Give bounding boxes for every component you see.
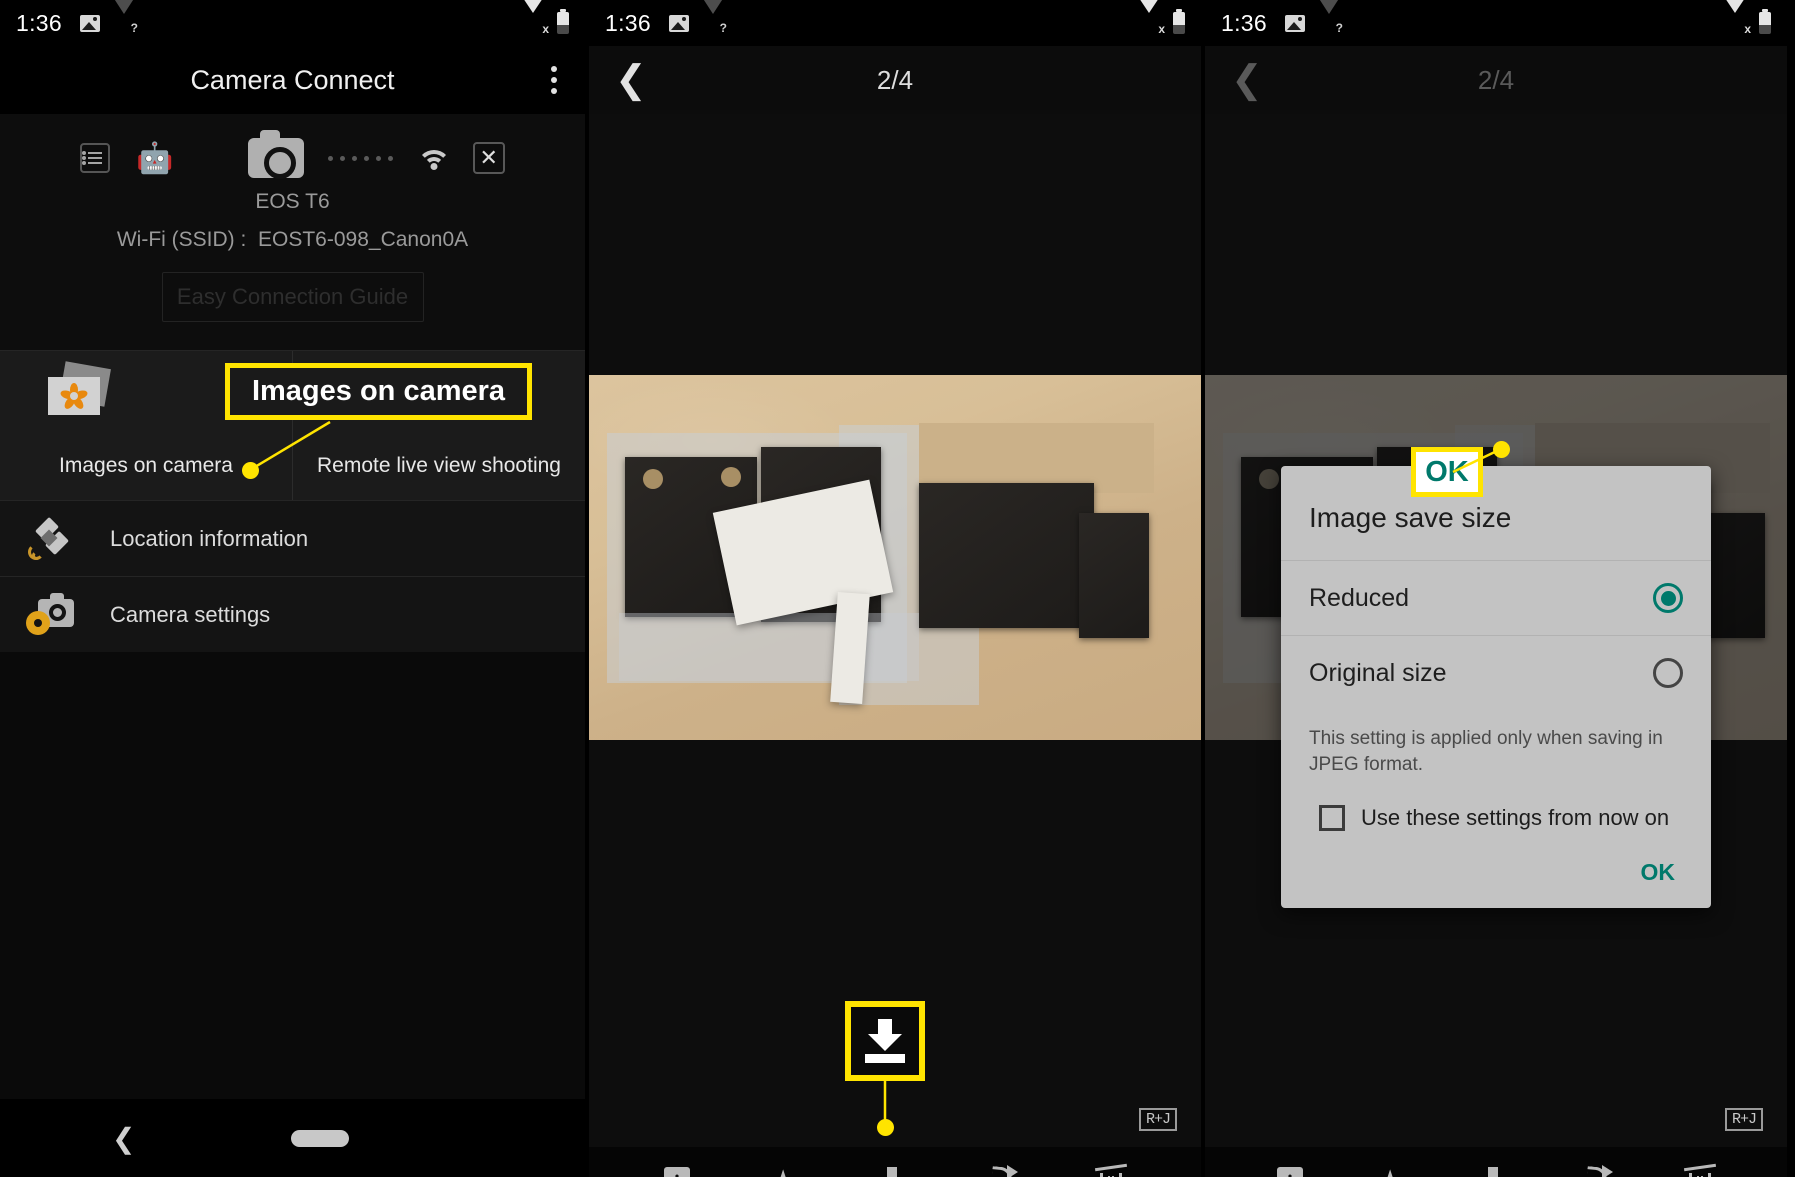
option-label-original: Original size — [1309, 658, 1447, 687]
status-bar-2: 1:36 ? x — [589, 0, 1201, 46]
info-icon[interactable]: i — [663, 1167, 690, 1177]
row-label-camera-settings: Camera settings — [110, 601, 271, 627]
rj-badge-3: R+J — [1724, 1108, 1763, 1131]
callout-download-button — [845, 1001, 925, 1081]
dialog-note: This setting is applied only when saving… — [1309, 728, 1663, 775]
viewer-toolbar: i ★ — [589, 1147, 1201, 1177]
wifi-question-icon: ? — [701, 0, 727, 35]
star-icon[interactable]: ★ — [1375, 1166, 1405, 1177]
wifi-disconnected-icon: x — [1723, 0, 1751, 36]
ssid-label: Wi-Fi (SSID) : — [116, 228, 247, 251]
option-original-size[interactable]: Original size — [1281, 635, 1711, 710]
share-icon[interactable] — [986, 1165, 1019, 1177]
list-icon[interactable] — [80, 143, 111, 173]
connection-icon-row: 🤖​ ✕ — [0, 130, 585, 179]
satellite-icon — [26, 516, 74, 561]
system-nav-bar-1: ❮ — [0, 1099, 585, 1177]
status-bar-time-2: 1:36 — [605, 9, 651, 36]
bluetooth-icon[interactable]: 🤖​ — [136, 141, 173, 176]
info-icon[interactable]: i — [1276, 1167, 1303, 1177]
image-counter-3: 2/4 — [1477, 64, 1515, 95]
page-title: Camera Connect — [190, 64, 395, 95]
status-bar-time-3: 1:36 — [1221, 9, 1267, 36]
viewer-nav-bar: ❮ 2/4 — [589, 46, 1201, 114]
radio-original[interactable] — [1653, 658, 1683, 688]
share-icon[interactable] — [1581, 1165, 1614, 1177]
radio-reduced[interactable] — [1653, 583, 1683, 613]
wifi-disconnected-icon: x — [521, 0, 549, 36]
wifi-question-icon: ? — [1317, 0, 1343, 35]
viewer-nav-bar-3: ❮ 2/4 — [1205, 46, 1787, 114]
checkbox-use-settings[interactable] — [1319, 805, 1345, 832]
image-icon — [1284, 14, 1305, 32]
trash-icon[interactable] — [1683, 1163, 1717, 1177]
ssid-value: EOST6-098_Canon0A — [258, 228, 469, 251]
status-bar-left-icons-3: ? — [1284, 0, 1343, 35]
dialog-actions: OK — [1281, 841, 1711, 908]
option-label-reduced: Reduced — [1309, 583, 1410, 612]
row-location-information[interactable]: Location information — [0, 500, 585, 576]
status-bar-left-icons-2: ? — [668, 0, 727, 35]
image-save-size-dialog: Image save size Reduced Original size Th… — [1281, 466, 1711, 909]
system-back-icon[interactable]: ❮ — [112, 1122, 135, 1155]
star-icon[interactable]: ★ — [768, 1166, 798, 1177]
wifi-question-icon: ? — [112, 0, 138, 35]
status-bar-right-icons-3: x — [1723, 0, 1771, 36]
download-icon[interactable] — [876, 1167, 908, 1177]
photos-stack-icon — [48, 361, 111, 415]
status-bar-3: 1:36 ? x — [1205, 0, 1787, 46]
download-icon — [862, 1019, 908, 1063]
easy-connection-guide-button[interactable]: Easy Connection Guide — [161, 272, 424, 322]
app-bar: Camera Connect — [0, 46, 585, 114]
row-label-location: Location information — [110, 525, 309, 551]
callout-images-on-camera: Images on camera — [225, 363, 532, 420]
connection-dots-icon — [327, 155, 393, 161]
status-bar-right-icons-2: x — [1137, 0, 1185, 36]
tile-label-images: Images on camera — [59, 454, 233, 477]
tile-label-remote: Remote live view shooting — [317, 454, 561, 477]
viewer-toolbar-3: i ★ — [1205, 1147, 1787, 1177]
status-bar: 1:36 ? x — [0, 0, 585, 46]
status-bar-left-icons: ? — [79, 0, 138, 35]
callout-anchor-dot-ok — [1493, 441, 1510, 458]
callout-ok-button: OK — [1411, 447, 1483, 497]
wifi-disconnected-icon: x — [1137, 0, 1165, 36]
camera-icon — [247, 130, 304, 179]
camera-gear-icon — [26, 592, 74, 635]
option-reduced[interactable]: Reduced — [1281, 560, 1711, 635]
camera-name: EOS T6 — [255, 190, 330, 213]
panel-image-save-size-dialog: 1:36 ? x ❮ 2/4 R+J Image save size Reduc… — [1205, 0, 1787, 1177]
rj-badge: R+J — [1138, 1108, 1177, 1131]
viewer-stage: R+J — [589, 114, 1201, 1147]
battery-icon — [1173, 9, 1185, 34]
callout-anchor-dot-download — [877, 1119, 894, 1136]
ok-button[interactable]: OK — [1641, 859, 1676, 886]
dialog-title: Image save size — [1309, 502, 1512, 533]
status-bar-time: 1:36 — [16, 9, 62, 36]
use-settings-checkbox-row[interactable]: Use these settings from now on — [1281, 787, 1711, 841]
trash-icon[interactable] — [1094, 1163, 1128, 1177]
image-icon — [79, 14, 100, 32]
battery-icon — [557, 9, 569, 34]
preview-photo[interactable] — [589, 375, 1201, 740]
status-bar-right-icons: x — [521, 0, 569, 36]
home-pill-icon[interactable] — [291, 1129, 350, 1147]
row-camera-settings[interactable]: Camera settings — [0, 576, 585, 652]
connection-status-bar: 🤖​ ✕ EOS T6 Wi-Fi (SSID) : EOST6-098_Can… — [0, 114, 585, 350]
close-icon[interactable]: ✕ — [472, 142, 505, 174]
callout-anchor-dot-images — [242, 462, 259, 479]
checkbox-label-use-settings: Use these settings from now on — [1361, 805, 1670, 831]
panel-image-viewer: 1:36 ? x ❮ 2/4 R+J — [585, 0, 1205, 1177]
viewer-stage-3: R+J Image save size Reduced Original siz… — [1205, 114, 1787, 1147]
download-icon[interactable] — [1477, 1167, 1509, 1177]
image-counter: 2/4 — [876, 64, 914, 95]
kebab-menu-icon[interactable] — [551, 66, 557, 94]
image-icon — [668, 14, 689, 32]
wifi-ssid: Wi-Fi (SSID) : EOST6-098_Canon0A — [0, 228, 585, 252]
wifi-icon — [416, 146, 451, 170]
battery-icon — [1759, 9, 1771, 34]
panel-camera-connect-home: 1:36 ? x Camera Connect 🤖​ ✕ EOS T6 — [0, 0, 585, 1177]
